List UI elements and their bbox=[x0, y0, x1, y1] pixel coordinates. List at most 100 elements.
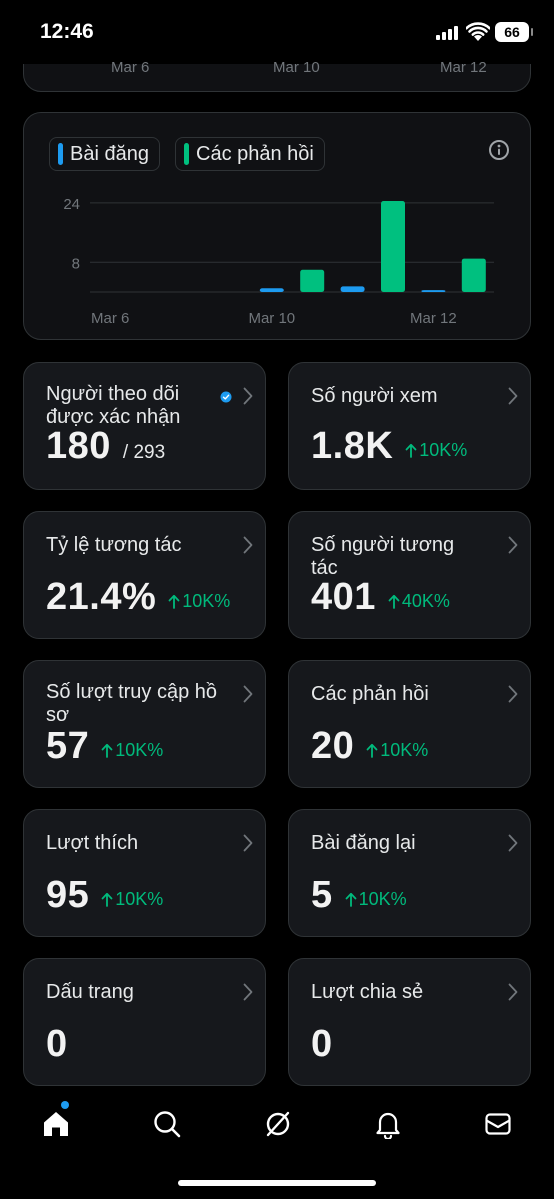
chevron-right-icon bbox=[508, 536, 518, 554]
bar-chart: 8 24 Mar 6 Mar 10 Mar 12 bbox=[63, 196, 494, 327]
stat-value-row: 180 / 293 bbox=[46, 425, 165, 468]
stat-value: 5 bbox=[311, 874, 333, 916]
stat-label: Lượt thích bbox=[46, 832, 139, 854]
chart-bar bbox=[381, 201, 405, 292]
stat-label: Số lượt truy cập hồ sơ bbox=[46, 681, 218, 726]
search-icon bbox=[154, 1111, 181, 1138]
nav-home[interactable] bbox=[36, 1104, 76, 1144]
stat-card-reposts[interactable]: Bài đăng lại 5 10K% bbox=[288, 809, 531, 937]
stat-label: Các phản hồi bbox=[311, 683, 429, 705]
stat-card-engaged-users[interactable]: Số người tương tác 401 40K% bbox=[288, 511, 531, 639]
stat-total: / 293 bbox=[122, 442, 166, 463]
stat-value: 0 bbox=[311, 1023, 333, 1065]
stat-card-engagement-rate[interactable]: Tỷ lệ tương tác 21.4% 10K% bbox=[23, 511, 266, 639]
verified-badge-icon bbox=[220, 391, 232, 403]
stat-value-row: 21.4% 10K% bbox=[46, 576, 230, 619]
bell-icon bbox=[376, 1112, 400, 1139]
chevron-right-icon bbox=[243, 387, 253, 405]
chevron-right-icon bbox=[508, 387, 518, 405]
chevron-right-icon bbox=[243, 685, 253, 703]
chevron-right-icon bbox=[508, 834, 518, 852]
stat-change: 10K% bbox=[366, 740, 428, 761]
stat-value-row: 1.8K 10K% bbox=[311, 425, 467, 468]
stat-change: 10K% bbox=[405, 440, 467, 461]
stat-change: 10K% bbox=[345, 889, 407, 910]
stat-card-profile-visits[interactable]: Số lượt truy cập hồ sơ 57 10K% bbox=[23, 660, 266, 788]
stat-change: 10K% bbox=[101, 740, 163, 761]
arrow-up-icon bbox=[101, 743, 113, 758]
stat-value: 20 bbox=[311, 725, 355, 767]
activity-chart-card: Bài đăng Các phản hồi 8 24 Mar 6 Mar 10 Mar … bbox=[23, 112, 531, 340]
chevron-right-icon bbox=[508, 983, 518, 1001]
home-notification-dot bbox=[61, 1101, 69, 1109]
stat-value: 57 bbox=[46, 725, 90, 767]
chart-x-tick-label: Mar 10 bbox=[248, 310, 295, 327]
top-chart-tick: Mar 12 bbox=[440, 59, 487, 76]
stat-value-row: 0 bbox=[46, 1023, 68, 1066]
stat-label: Số người tương tác bbox=[311, 534, 455, 579]
chart-x-tick-label: Mar 12 bbox=[410, 310, 457, 327]
stat-value: 180 bbox=[46, 425, 111, 467]
chart-x-tick-label: Mar 6 bbox=[91, 310, 129, 327]
stat-value-row: 57 10K% bbox=[46, 725, 163, 768]
home-icon bbox=[44, 1112, 68, 1136]
stat-card-likes[interactable]: Lượt thích 95 10K% bbox=[23, 809, 266, 937]
nav-messages[interactable] bbox=[478, 1104, 518, 1144]
chart-bar bbox=[461, 258, 486, 292]
stat-change-value: 10K% bbox=[419, 440, 468, 460]
arrow-up-icon bbox=[388, 594, 400, 609]
chevron-right-icon bbox=[508, 685, 518, 703]
stat-change: 40K% bbox=[388, 591, 450, 612]
wifi-icon bbox=[466, 22, 490, 41]
cellular-signal-icon bbox=[436, 26, 458, 40]
stat-card-shares[interactable]: Lượt chia sẻ 0 bbox=[288, 958, 531, 1086]
home-indicator bbox=[178, 1180, 376, 1186]
grok-icon bbox=[266, 1111, 290, 1137]
chart-y-tick-label: 8 bbox=[72, 255, 80, 272]
stat-change-value: 10K% bbox=[380, 740, 429, 760]
stat-card-replies[interactable]: Các phản hồi 20 10K% bbox=[288, 660, 531, 788]
stat-label: Lượt chia sẻ bbox=[311, 981, 424, 1003]
nav-notifications[interactable] bbox=[368, 1104, 408, 1144]
stat-change-value: 10K% bbox=[115, 740, 164, 760]
stat-change: 10K% bbox=[101, 889, 163, 910]
stat-value: 1.8K bbox=[311, 425, 394, 467]
stat-value: 401 bbox=[311, 576, 376, 618]
top-chart-tick: Mar 10 bbox=[273, 59, 320, 76]
nav-grok[interactable] bbox=[258, 1104, 298, 1144]
chart-y-tick-label: 24 bbox=[63, 196, 80, 213]
stat-card-bookmarks[interactable]: Dấu trang 0 bbox=[23, 958, 266, 1086]
chart-bar bbox=[421, 290, 446, 292]
arrow-up-icon bbox=[168, 594, 180, 609]
stat-value-row: 5 10K% bbox=[311, 874, 407, 917]
chart-bar bbox=[340, 286, 365, 292]
stat-label: Tỷ lệ tương tác bbox=[46, 534, 182, 556]
stat-value-row: 0 bbox=[311, 1023, 333, 1066]
stat-label: Bài đăng lại bbox=[311, 832, 416, 854]
stat-card-verified-followers[interactable]: Người theo dõi được xác nhận 180 / 293 bbox=[23, 362, 266, 490]
status-bar: 12:46 66 bbox=[0, 0, 554, 64]
stat-value: 21.4% bbox=[46, 576, 157, 618]
stat-change-value: 10K% bbox=[115, 889, 164, 909]
chevron-right-icon bbox=[243, 536, 253, 554]
stat-change-value: 40K% bbox=[401, 591, 450, 611]
chart-bar bbox=[259, 288, 284, 292]
stat-value: 0 bbox=[46, 1023, 68, 1065]
stat-value-row: 95 10K% bbox=[46, 874, 163, 917]
top-chart-tick: Mar 6 bbox=[111, 59, 150, 76]
chart-bar bbox=[300, 269, 325, 292]
stat-card-views[interactable]: Số người xem 1.8K 10K% bbox=[288, 362, 531, 490]
arrow-up-icon bbox=[405, 443, 417, 458]
stat-label: Người theo dõi được xác nhận bbox=[46, 383, 181, 428]
stat-change-value: 10K% bbox=[358, 889, 407, 909]
nav-search[interactable] bbox=[147, 1104, 187, 1144]
arrow-up-icon bbox=[101, 892, 113, 907]
mail-icon bbox=[485, 1113, 511, 1135]
stat-label: Dấu trang bbox=[46, 981, 134, 1003]
chevron-right-icon bbox=[243, 983, 253, 1001]
chevron-right-icon bbox=[243, 834, 253, 852]
stat-label: Số người xem bbox=[311, 385, 438, 407]
stat-value-row: 20 10K% bbox=[311, 725, 428, 768]
stat-change-value: 10K% bbox=[182, 591, 231, 611]
stat-value: 95 bbox=[46, 874, 90, 916]
